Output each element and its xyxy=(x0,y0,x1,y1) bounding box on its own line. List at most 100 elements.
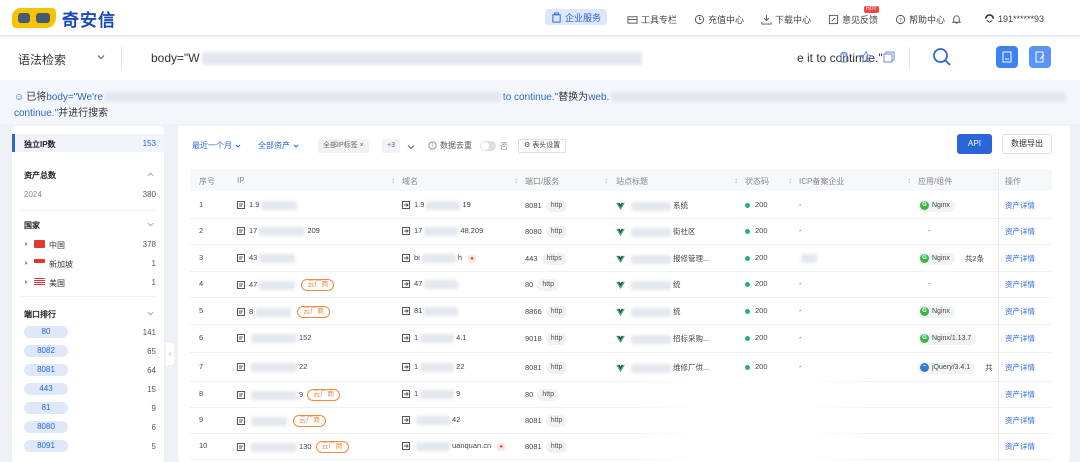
domain-value[interactable]: 17 xyxy=(414,226,422,235)
asset-filter-dropdown[interactable]: 全部资产 xyxy=(258,140,299,151)
table-row[interactable]: 4 47 云厂商 47 80 http 统 200 - - 资产详情 xyxy=(190,272,1052,298)
search-input[interactable]: body="W e it to continue." xyxy=(151,51,883,66)
table-row[interactable]: 10 130 云厂商 uanquan.cn ● 8081 http 资产详情 xyxy=(190,434,1052,460)
domain-cell[interactable]: 47 xyxy=(402,279,460,289)
port-row[interactable]: 8081 64 xyxy=(12,364,164,378)
port-row[interactable]: 8080 6 xyxy=(12,421,164,435)
star-icon[interactable] xyxy=(859,50,873,64)
domain-cell[interactable]: 19 xyxy=(402,389,460,399)
asset-detail-link[interactable]: 资产详情 xyxy=(1005,307,1035,316)
port-row[interactable]: 8082 65 xyxy=(12,345,164,359)
col-ip[interactable]: IP xyxy=(237,176,245,185)
action-cell[interactable]: 资产详情 xyxy=(1005,200,1035,211)
app-cell[interactable]: G Nginx 共2条 xyxy=(918,253,984,266)
port-cell[interactable]: 8081 http xyxy=(525,200,568,212)
port-row[interactable]: 8091 5 xyxy=(12,440,164,454)
action-cell[interactable]: 资产详情 xyxy=(1005,389,1035,400)
syntax-search-dropdown[interactable]: 语法检索 xyxy=(18,51,66,68)
port-pill[interactable]: 8091 xyxy=(24,440,68,452)
component-pill[interactable]: G Nginx xyxy=(918,200,955,212)
app-cell[interactable]: G Nginx/1.13.7 xyxy=(918,333,977,345)
col-title[interactable]: 站点标题 xyxy=(616,176,648,187)
ip-cell[interactable]: 8 云厂商 xyxy=(237,306,331,318)
sort-icon[interactable]: ↕ xyxy=(734,176,738,185)
action-cell[interactable]: 资产详情 xyxy=(1005,306,1035,317)
domain-cell[interactable]: 1.9 19 xyxy=(402,200,471,210)
asset-detail-link[interactable]: 资产详情 xyxy=(1005,227,1035,236)
port-value[interactable]: 8080 xyxy=(525,227,542,236)
expand-arrow-icon[interactable] xyxy=(25,261,28,265)
column-settings-button[interactable]: ⚙ 表头设置 xyxy=(518,139,567,153)
nav-tools[interactable]: 工具专栏 xyxy=(627,10,677,28)
chevron-up-icon[interactable] xyxy=(147,171,154,178)
domain-value[interactable]: 1 xyxy=(414,362,418,371)
port-cell[interactable]: 9018 http xyxy=(525,333,568,345)
sidebar-item-unique-ip[interactable]: 独立IP数 153 xyxy=(12,134,164,152)
port-value[interactable]: 8081 xyxy=(525,201,542,210)
col-icp[interactable]: ICP备案企业 xyxy=(799,176,844,187)
domain-cell[interactable]: 17 48.209 xyxy=(402,226,483,236)
table-row[interactable]: 2 17 209 17 48.209 8080 http 街社区 200 - - 资产详情 xyxy=(190,219,1052,245)
copy-icon[interactable] xyxy=(882,50,896,64)
action-cell[interactable]: 资产详情 xyxy=(1005,253,1035,264)
port-cell[interactable]: 443 https xyxy=(525,253,567,265)
app-cell[interactable]: - xyxy=(918,279,931,288)
nav-help[interactable]: ? 帮助中心 xyxy=(895,10,945,28)
user-menu[interactable]: 191******93 xyxy=(984,10,1044,28)
table-row[interactable]: 6 152 1 4.1 9018 http 招标采购... 200- G Nginx/1.13.7… xyxy=(190,325,1052,353)
chevron-down-icon[interactable] xyxy=(147,221,154,228)
domain-cell[interactable]: 1 22 xyxy=(402,362,465,372)
action-cell[interactable]: 资产详情 xyxy=(1005,362,1035,373)
table-row[interactable]: 7 22 1 22 8081 http 维修厂供... 200 - ~ jQuery/3.4.1 共 资… xyxy=(190,353,1052,382)
sort-icon[interactable]: ↕ xyxy=(907,176,911,185)
ip-value[interactable]: 17 xyxy=(249,226,257,235)
more-tags-count[interactable]: +3 xyxy=(382,139,400,153)
domain-value[interactable]: 1 xyxy=(414,389,418,398)
port-pill[interactable]: 8081 xyxy=(24,364,68,376)
port-value[interactable]: 80 xyxy=(525,280,533,289)
port-pill[interactable]: 8080 xyxy=(24,421,68,433)
port-row[interactable]: 81 9 xyxy=(12,402,164,416)
close-icon[interactable]: × xyxy=(360,142,364,149)
port-value[interactable]: 80 xyxy=(525,390,533,399)
ip-cell[interactable]: 152 xyxy=(237,333,312,343)
domain-value[interactable]: 81 xyxy=(414,306,422,315)
domain-value[interactable]: 47 xyxy=(414,279,422,288)
export-button[interactable]: 数据导出 xyxy=(1002,134,1052,154)
sort-icon[interactable]: ↕ xyxy=(604,176,608,185)
dedupe-toggle[interactable] xyxy=(480,141,496,151)
col-app[interactable]: 应用/组件 xyxy=(918,176,952,187)
component-pill[interactable]: G Nginx xyxy=(918,306,955,318)
domain-value[interactable]: bi xyxy=(414,253,420,262)
col-port[interactable]: 端口/服务 xyxy=(525,176,559,187)
component-pill[interactable]: G Nginx xyxy=(918,253,955,266)
port-cell[interactable]: 80 http xyxy=(525,279,560,291)
domain-cell[interactable]: 42 xyxy=(402,415,460,425)
table-row[interactable]: 1 1.9 1.9 19 8081 http 系统 200 - G Nginx 资产详情 xyxy=(190,192,1052,219)
nav-feedback[interactable]: 意见反馈 HOT xyxy=(828,6,879,28)
app-cell[interactable]: G Nginx xyxy=(918,200,955,212)
action-cell[interactable]: 资产详情 xyxy=(1005,441,1035,452)
asset-detail-link[interactable]: 资产详情 xyxy=(1005,442,1035,451)
port-row[interactable]: 80 141 xyxy=(12,326,164,340)
chevron-down-icon[interactable] xyxy=(147,310,154,317)
asset-detail-link[interactable]: 资产详情 xyxy=(1005,416,1035,425)
brand-logo[interactable]: 奇安信 xyxy=(12,7,116,30)
search-icon[interactable] xyxy=(931,46,953,68)
expand-arrow-icon[interactable] xyxy=(25,280,28,284)
sort-icon[interactable]: ↕ xyxy=(514,176,518,185)
action-cell[interactable]: 资产详情 xyxy=(1005,333,1035,344)
asset-detail-link[interactable]: 资产详情 xyxy=(1005,390,1035,399)
nav-recharge[interactable]: 充值中心 xyxy=(694,10,744,28)
app-cell[interactable]: ~ jQuery/3.4.1 共 xyxy=(918,362,993,375)
port-value[interactable]: 9018 xyxy=(525,334,542,343)
app-cell[interactable]: - xyxy=(918,226,931,235)
sidebar-collapse-handle[interactable]: ‹ xyxy=(166,343,174,365)
table-row[interactable]: 5 8 云厂商 81 8866 http 统 200 - G Nginx 资产详情 xyxy=(190,298,1052,325)
ip-value[interactable]: 47 xyxy=(249,280,257,289)
ip-cell[interactable]: 43 xyxy=(237,253,297,263)
asset-detail-link[interactable]: 资产详情 xyxy=(1005,254,1035,263)
asset-detail-link[interactable]: 资产详情 xyxy=(1005,201,1035,210)
domain-cell[interactable]: uanquan.cn ● xyxy=(402,441,506,451)
ip-value[interactable]: 8 xyxy=(249,307,253,316)
